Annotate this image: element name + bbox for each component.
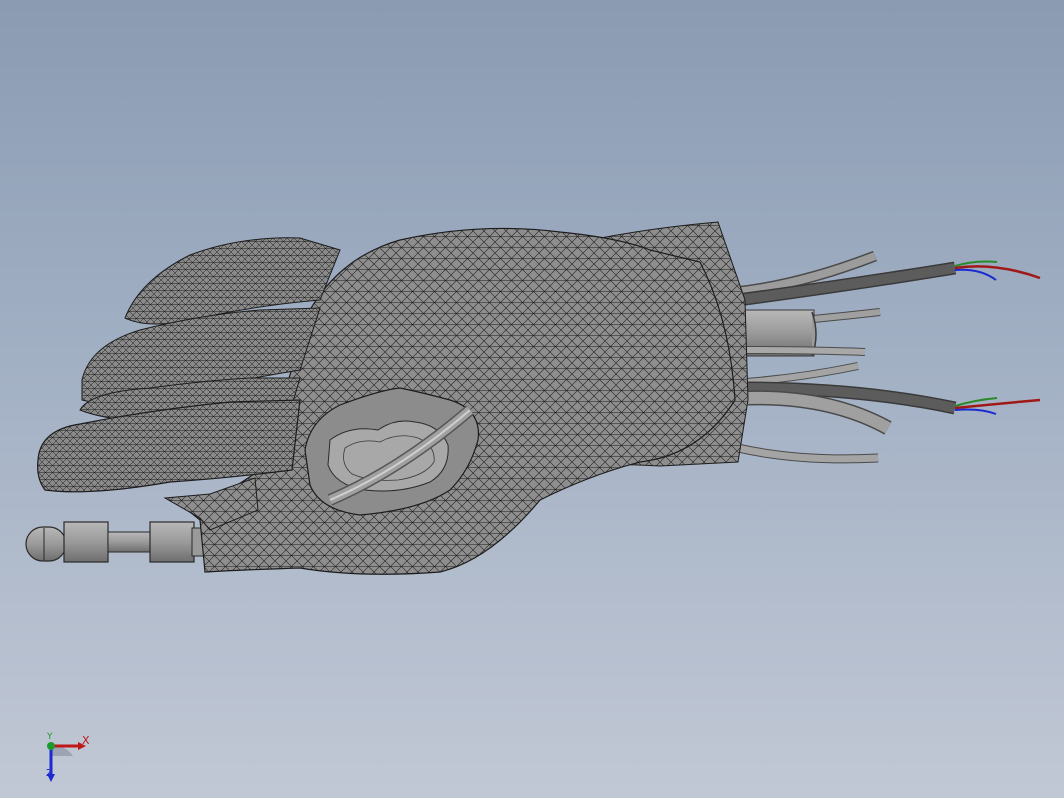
axis-x-label: X <box>82 734 90 747</box>
3d-viewport[interactable]: X Y Z <box>0 0 1064 798</box>
axis-z-label: Z <box>46 768 53 779</box>
axis-y-label: Y <box>47 732 53 742</box>
thumb-mechanism[interactable] <box>25 521 211 563</box>
hand-model[interactable] <box>0 0 1064 798</box>
orientation-triad: X Y Z <box>38 728 98 784</box>
signal-wires[interactable] <box>954 260 1041 415</box>
wrist-tubes[interactable] <box>734 250 957 464</box>
